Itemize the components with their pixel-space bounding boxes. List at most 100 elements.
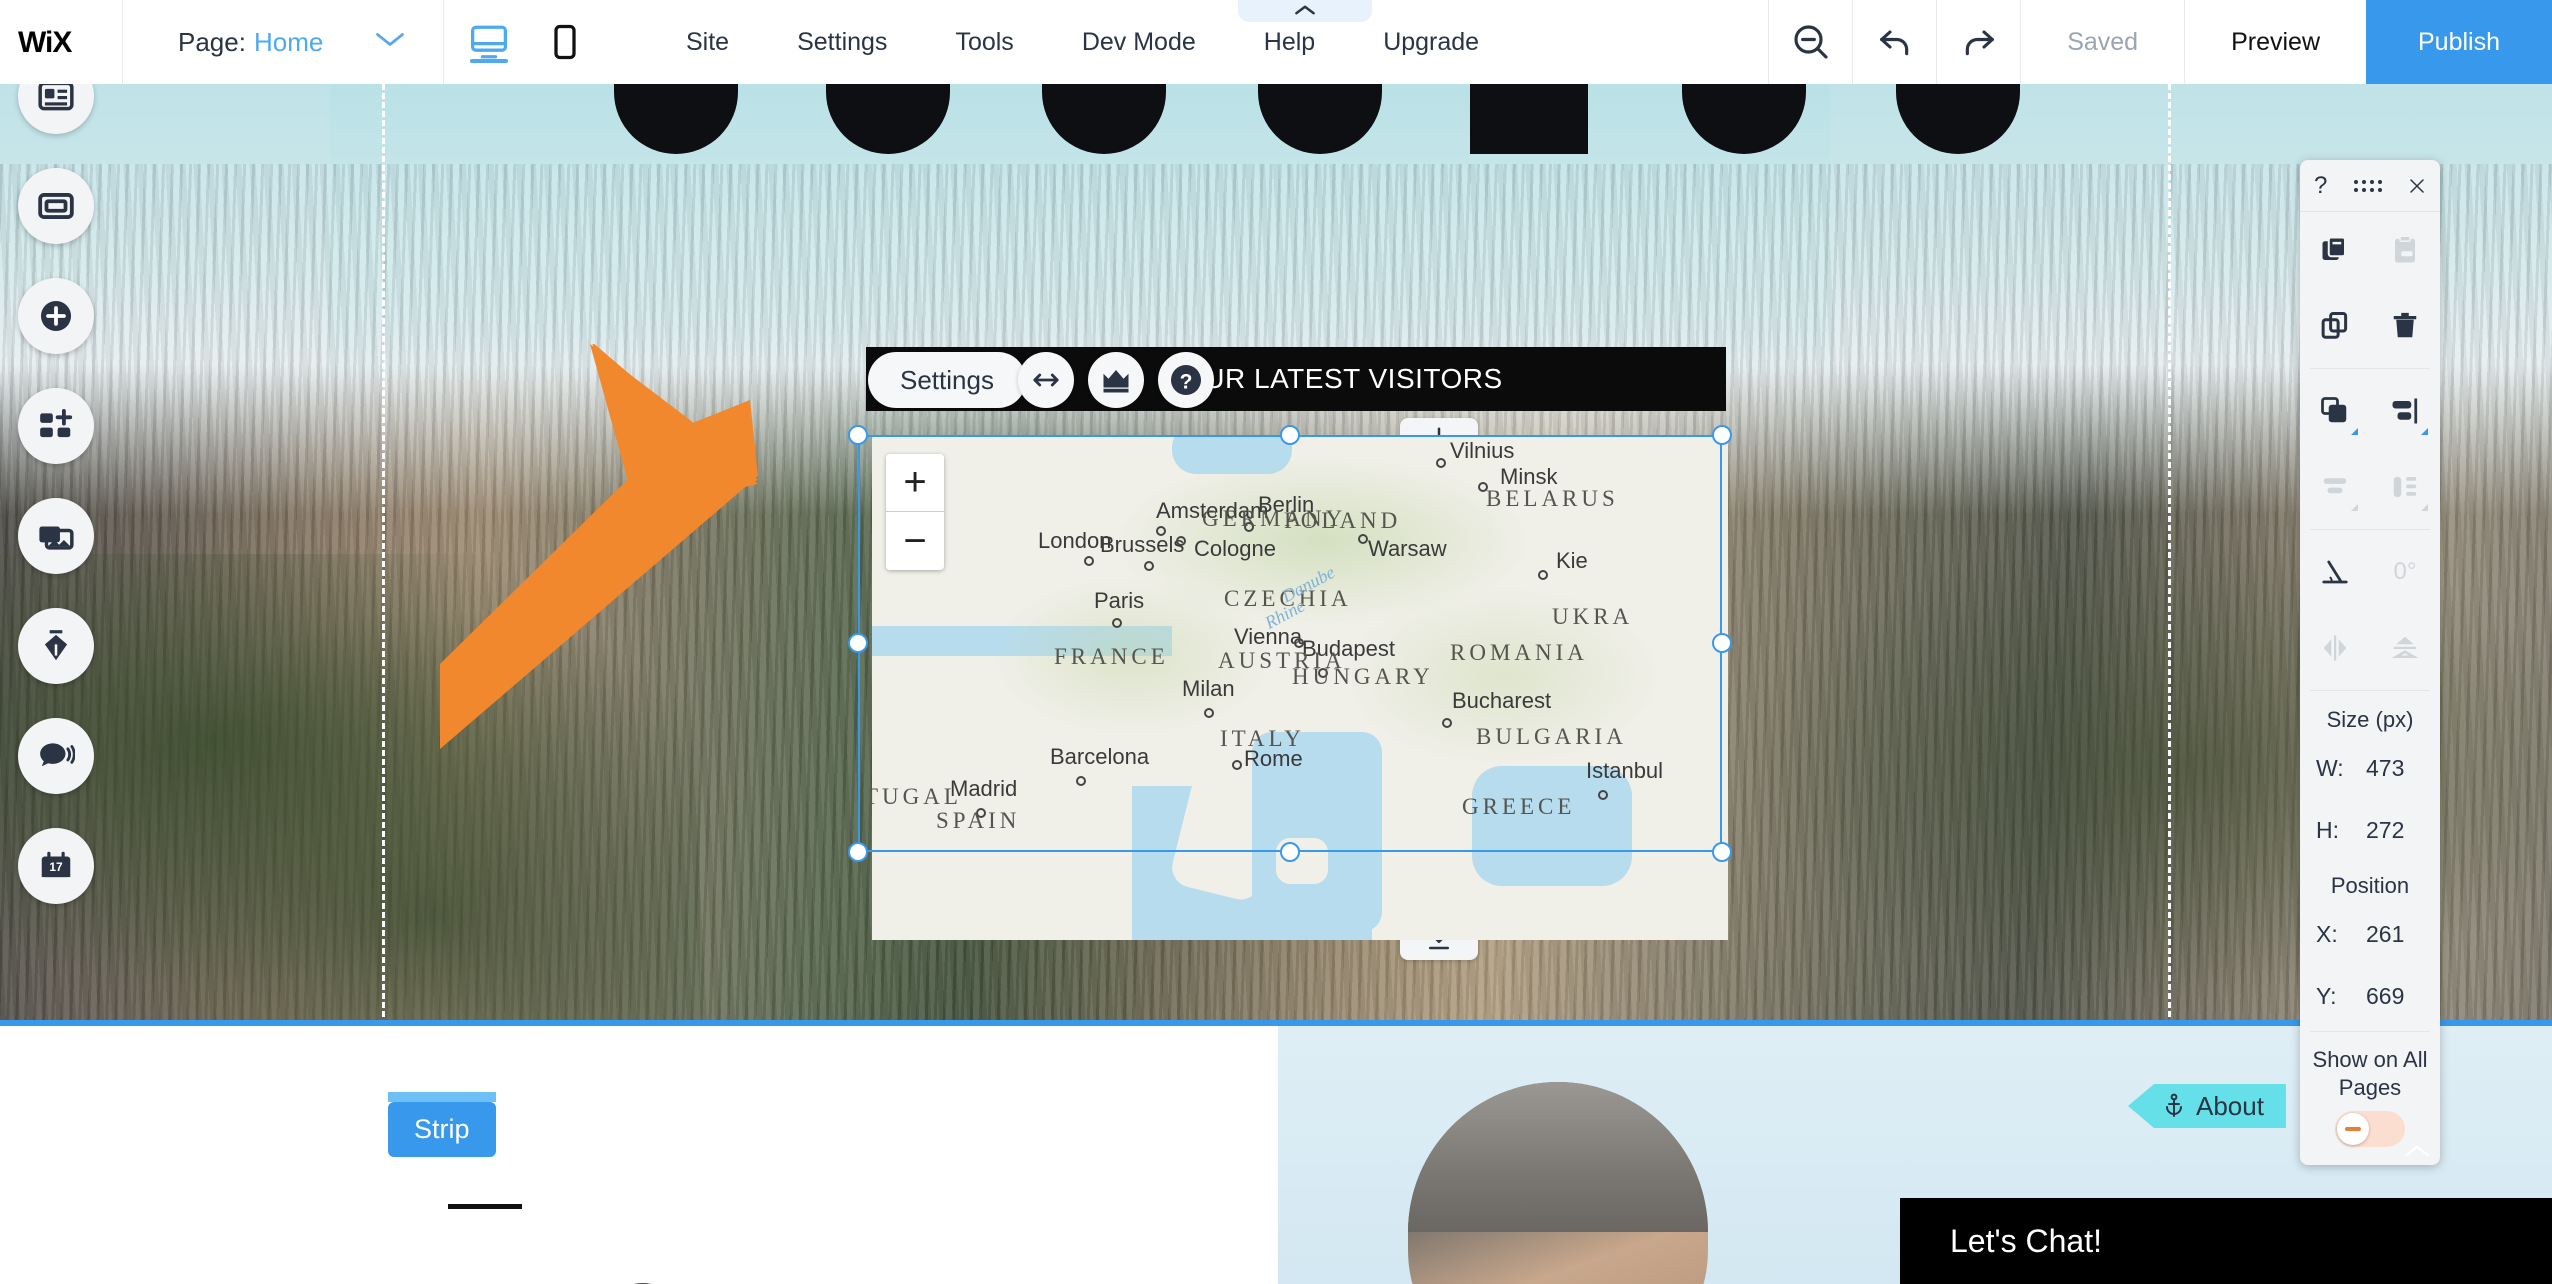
x-value[interactable]: 261: [2366, 921, 2424, 948]
sidebar-item-my-uploads[interactable]: [18, 498, 94, 574]
trash-icon: [2393, 312, 2417, 338]
pen-nib-icon: [44, 630, 68, 661]
component-upgrade-button[interactable]: [1088, 352, 1144, 408]
chat-bubble-icon: [40, 743, 75, 767]
toolbar-divider-3: [2310, 690, 2430, 691]
anchor-tag-about[interactable]: About: [2128, 1084, 2286, 1128]
rotate-button[interactable]: [2300, 534, 2370, 610]
sidebar-item-background[interactable]: [18, 168, 94, 244]
calendar-17-icon: 17: [41, 851, 71, 878]
component-stretch-button[interactable]: [1018, 352, 1074, 408]
toolbar-drag-handle[interactable]: [2353, 179, 2382, 192]
question-mark-icon: ?: [1171, 365, 1201, 395]
left-sidebar: 17: [18, 58, 118, 938]
saved-status[interactable]: Saved: [2020, 0, 2184, 84]
resize-handle-middle-right[interactable]: [1712, 633, 1732, 653]
strip-label-badge[interactable]: Strip: [388, 1092, 496, 1157]
resize-handle-bottom-left[interactable]: [848, 842, 868, 862]
viewport-switcher: [444, 0, 610, 84]
sidebar-item-blog[interactable]: [18, 608, 94, 684]
arrange-more-indicator: [2351, 428, 2358, 435]
toolbar-divider-2: [2310, 529, 2430, 530]
chat-label: Let's Chat!: [1950, 1222, 2102, 1259]
height-label: H:: [2316, 816, 2339, 843]
zoom-out-icon: [1794, 25, 1828, 59]
width-value[interactable]: 473: [2366, 755, 2424, 782]
menu-tools[interactable]: Tools: [921, 0, 1047, 84]
paste-style-button[interactable]: [2370, 212, 2440, 288]
resize-handle-bottom-right[interactable]: [1712, 842, 1732, 862]
flip-horizontal-button[interactable]: [2300, 610, 2370, 686]
zoom-out-button[interactable]: [1768, 0, 1852, 84]
resize-handle-top-center[interactable]: [1280, 425, 1300, 445]
media-icon: [39, 526, 74, 550]
about-heading: ABOUT: [448, 1262, 828, 1284]
resize-handle-middle-left[interactable]: [848, 633, 868, 653]
toolbar-help-button[interactable]: ?: [2314, 172, 2327, 200]
resize-handle-top-right[interactable]: [1712, 425, 1732, 445]
about-divider: [448, 1204, 522, 1209]
redo-button[interactable]: [1936, 0, 2020, 84]
background-icon: [38, 193, 74, 219]
copy-style-button[interactable]: [2300, 212, 2370, 288]
width-row[interactable]: W: 473: [2300, 737, 2440, 799]
preview-button[interactable]: Preview: [2184, 0, 2366, 84]
settings-label: Settings: [900, 364, 994, 395]
flip-vertical-button[interactable]: [2370, 610, 2440, 686]
rotation-value[interactable]: 0°: [2370, 534, 2440, 610]
portrait-figure: [1408, 1082, 1708, 1284]
rotate-icon: [2322, 560, 2348, 584]
mobile-icon: [554, 24, 576, 60]
desktop-view-button[interactable]: [466, 19, 512, 65]
distribute-vertical-button[interactable]: [2300, 449, 2370, 525]
strip-boundary: [0, 1020, 2552, 1026]
sidebar-item-add-element[interactable]: [18, 278, 94, 354]
align-icon: [2392, 398, 2418, 424]
page-selector[interactable]: Page: Home: [123, 0, 443, 84]
component-help-button[interactable]: ?: [1158, 352, 1214, 408]
wix-logo[interactable]: WiX: [0, 0, 122, 84]
topbar-actions: Saved Preview Publish: [1768, 0, 2552, 84]
paste-style-icon: [2395, 235, 2415, 263]
delete-button[interactable]: [2370, 288, 2440, 364]
toolbar-close-button[interactable]: [2408, 177, 2426, 195]
publish-button[interactable]: Publish: [2366, 0, 2552, 84]
menu-dev-mode[interactable]: Dev Mode: [1048, 0, 1230, 84]
y-position-row[interactable]: Y: 669: [2300, 965, 2440, 1027]
distribute-more-indicator: [2351, 504, 2358, 511]
toolbar-arrange-group: [2300, 373, 2440, 525]
resize-handle-top-left[interactable]: [848, 425, 868, 445]
chat-widget[interactable]: Let's Chat!: [1900, 1198, 2552, 1284]
mobile-view-button[interactable]: [542, 19, 588, 65]
wix-logo-icon: WiX: [18, 26, 73, 59]
duplicate-button[interactable]: [2300, 288, 2370, 364]
sidebar-item-chat[interactable]: [18, 718, 94, 794]
rotation-degrees: 0°: [2393, 558, 2417, 585]
height-row[interactable]: H: 272: [2300, 799, 2440, 861]
toolbar-divider-4: [2310, 1031, 2430, 1032]
undo-button[interactable]: [1852, 0, 1936, 84]
align-button[interactable]: [2370, 373, 2440, 449]
match-size-button[interactable]: [2370, 449, 2440, 525]
wix-editor-window: + − London Amsterdam Brussels Cologne Berlin…: [0, 0, 2552, 1284]
sidebar-item-add-apps[interactable]: [18, 388, 94, 464]
menu-settings[interactable]: Settings: [763, 0, 921, 84]
svg-text:17: 17: [49, 860, 63, 874]
editor-canvas[interactable]: + − London Amsterdam Brussels Cologne Berlin…: [0, 84, 2552, 1284]
show-on-all-pages-toggle[interactable]: [2335, 1111, 2405, 1147]
resize-handle-bottom-center[interactable]: [1280, 842, 1300, 862]
align-more-indicator: [2421, 428, 2428, 435]
size-section-title: Size (px): [2326, 707, 2414, 732]
menu-upgrade[interactable]: Upgrade: [1349, 0, 1513, 84]
topbar-collapse-tab[interactable]: [1238, 0, 1372, 22]
flip-horizontal-icon: [2323, 635, 2347, 661]
menu-site[interactable]: Site: [652, 0, 763, 84]
component-settings-button[interactable]: Settings: [868, 352, 1026, 408]
sidebar-item-bookings[interactable]: 17: [18, 828, 94, 904]
height-value[interactable]: 272: [2366, 817, 2424, 844]
x-position-row[interactable]: X: 261: [2300, 903, 2440, 965]
arrange-button[interactable]: [2300, 373, 2370, 449]
portrait-hair: [1408, 1082, 1708, 1232]
y-value[interactable]: 669: [2366, 983, 2424, 1010]
toolbar-collapse-button[interactable]: [2404, 1143, 2430, 1159]
